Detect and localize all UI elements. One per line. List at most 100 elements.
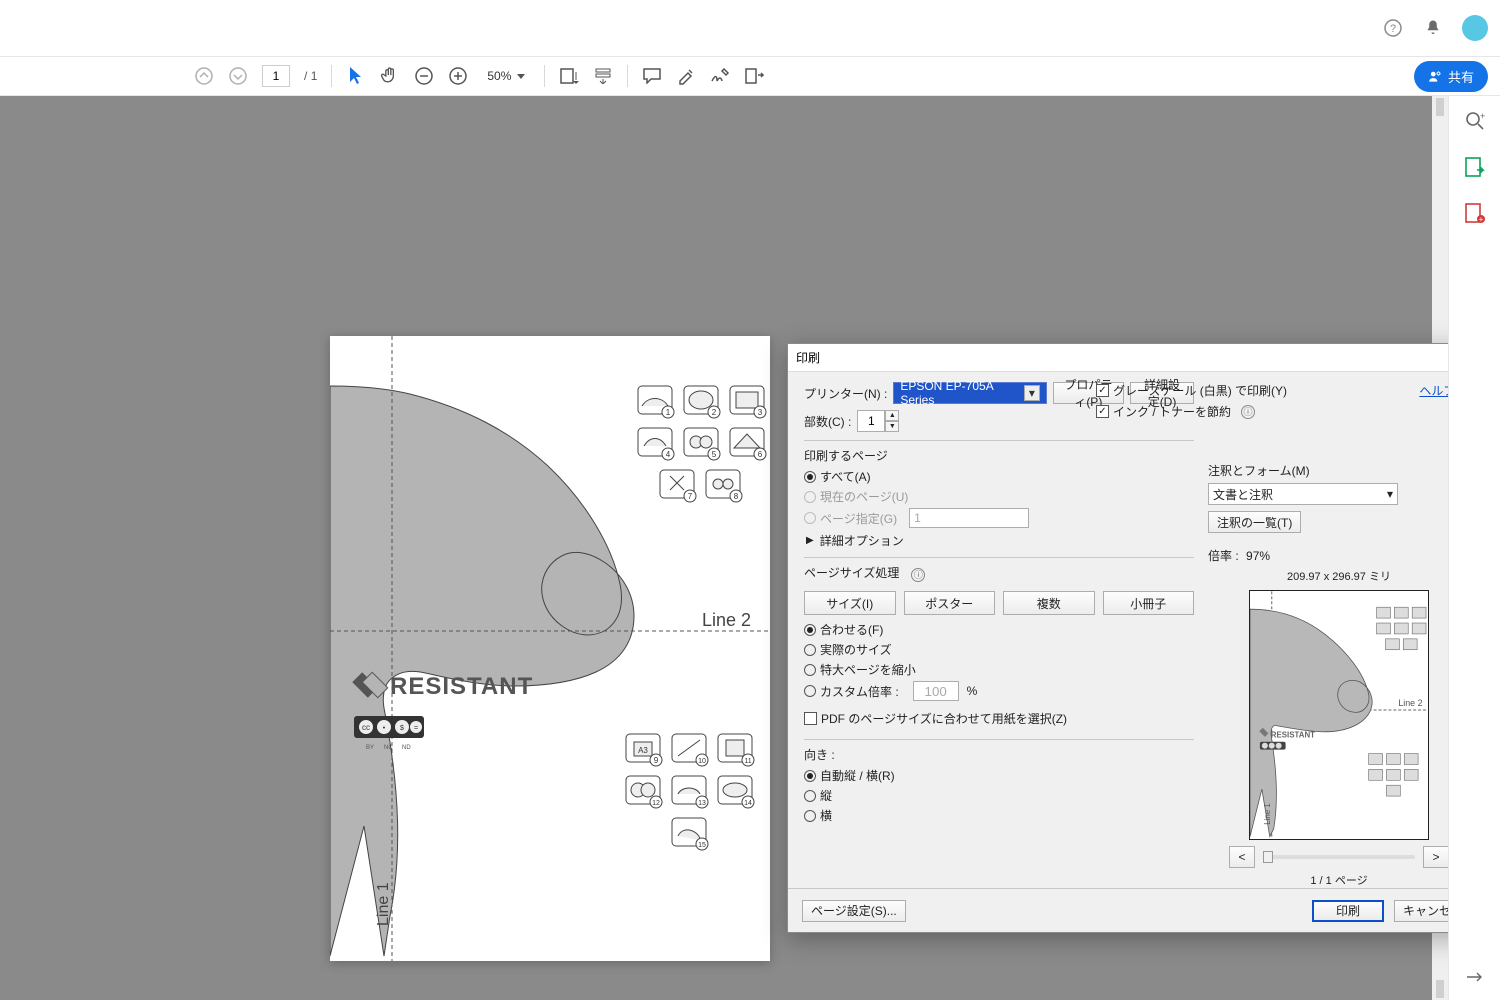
hand-icon[interactable] xyxy=(380,66,400,86)
print-preview: Line 2 Line 1 RESISTANT xyxy=(1249,590,1429,840)
printer-label: プリンター(N) : xyxy=(804,385,887,402)
actual-radio[interactable]: 実際のサイズ xyxy=(804,641,1194,658)
triangle-right-icon: ▶ xyxy=(806,535,814,546)
fit-radio[interactable]: 合わせる(F) xyxy=(804,621,1194,638)
pages-section-title: 印刷するページ xyxy=(804,447,1194,464)
svg-text:Line 2: Line 2 xyxy=(1398,698,1422,708)
svg-text:A3: A3 xyxy=(638,746,648,755)
share-button[interactable]: 共有 xyxy=(1414,61,1488,92)
svg-text:Line 1: Line 1 xyxy=(375,882,392,926)
page-down-icon[interactable] xyxy=(228,66,248,86)
tab-size[interactable]: サイズ(I) xyxy=(804,591,896,615)
tab-multi[interactable]: 複数 xyxy=(1003,591,1095,615)
dialog-title: 印刷 xyxy=(796,349,820,366)
tab-poster[interactable]: ポスター xyxy=(904,591,996,615)
svg-text:=: = xyxy=(414,725,418,732)
svg-text:9: 9 xyxy=(654,756,659,765)
app-titlebar: ? xyxy=(0,0,1500,56)
search-icon[interactable]: + xyxy=(1464,110,1486,132)
create-pdf-icon[interactable]: + xyxy=(1464,202,1486,224)
preview-zoom-label: 倍率 : xyxy=(1208,549,1239,563)
cancel-button[interactable]: キャンセル xyxy=(1394,900,1448,922)
share-label: 共有 xyxy=(1448,67,1474,86)
expand-rail-icon[interactable] xyxy=(1464,966,1486,988)
zoom-select[interactable]: 50% xyxy=(482,66,530,86)
annot-select[interactable]: 文書と注釈▾ xyxy=(1208,483,1398,505)
zoom-in-icon[interactable] xyxy=(448,66,468,86)
orient-auto-radio[interactable]: 自動縦 / 横(R) xyxy=(804,767,1194,784)
pointer-icon[interactable] xyxy=(346,66,366,86)
copies-input[interactable] xyxy=(857,410,885,432)
page-setup-button[interactable]: ページ設定(S)... xyxy=(802,900,906,922)
copies-stepper[interactable]: ▲▼ xyxy=(857,410,899,432)
preview-zoom-value: 97% xyxy=(1246,549,1270,563)
page-up-icon[interactable] xyxy=(194,66,214,86)
size-section-title: ページサイズ処理 xyxy=(804,564,899,581)
zoom-out-icon[interactable] xyxy=(414,66,434,86)
line2-label: Line 2 xyxy=(702,610,751,630)
svg-text:+: + xyxy=(1478,215,1483,224)
page-number-input[interactable] xyxy=(262,65,290,87)
more-options-toggle[interactable]: ▶詳細オプション xyxy=(806,532,1194,549)
svg-text:BY: BY xyxy=(366,745,374,751)
svg-text:4: 4 xyxy=(666,450,671,459)
choose-paper-checkbox[interactable]: PDF のページサイズに合わせて用紙を選択(Z) xyxy=(804,710,1067,727)
avatar[interactable] xyxy=(1462,15,1488,41)
svg-text:6: 6 xyxy=(758,450,763,459)
page-total: / 1 xyxy=(304,69,317,83)
svg-text:13: 13 xyxy=(698,800,706,807)
highlight-icon[interactable] xyxy=(676,66,696,86)
svg-text:10: 10 xyxy=(698,758,706,765)
savetoner-checkbox[interactable]: ✓インク / トナーを節約ⓘ xyxy=(1096,403,1255,420)
pages-range-input[interactable] xyxy=(909,508,1029,528)
orient-land-radio[interactable]: 横 xyxy=(804,807,1194,824)
copies-label: 部数(C) : xyxy=(804,413,851,430)
pages-current-radio[interactable]: 現在のページ(U) xyxy=(804,488,1194,505)
pages-all-radio[interactable]: すべて(A) xyxy=(804,468,1194,485)
step-down-icon[interactable]: ▼ xyxy=(885,421,899,432)
svg-text:RESISTANT: RESISTANT xyxy=(1271,731,1315,740)
svg-text:?: ? xyxy=(1390,23,1396,35)
svg-text:cc: cc xyxy=(362,723,370,732)
comment-icon[interactable] xyxy=(642,66,662,86)
share-person-icon xyxy=(1428,70,1442,84)
svg-text:2: 2 xyxy=(712,408,717,417)
custom-scale-input[interactable] xyxy=(913,681,959,701)
chevron-down-icon xyxy=(517,74,525,79)
printer-select[interactable]: EPSON EP-705A Series ▾ xyxy=(893,382,1046,404)
grayscale-checkbox[interactable]: ✓グレースケール (白黒) で印刷(Y) xyxy=(1096,382,1287,399)
fit-width-icon[interactable] xyxy=(559,66,579,86)
export-pdf-icon[interactable] xyxy=(1464,156,1486,178)
toolbar: / 1 50% 共有 xyxy=(0,56,1500,96)
preview-next-button[interactable]: > xyxy=(1423,846,1448,868)
preview-slider[interactable] xyxy=(1263,855,1415,859)
shrink-radio[interactable]: 特大ページを縮小 xyxy=(804,661,1194,678)
pages-range-radio[interactable]: ページ指定(G) xyxy=(804,508,1194,528)
svg-text:3: 3 xyxy=(758,408,763,417)
bell-icon[interactable] xyxy=(1422,17,1444,39)
svg-text:+: + xyxy=(1480,111,1485,121)
orient-title: 向き : xyxy=(804,746,1194,763)
help-icon[interactable]: ? xyxy=(1382,17,1404,39)
info-icon[interactable]: ⓘ xyxy=(911,568,925,582)
step-up-icon[interactable]: ▲ xyxy=(885,410,899,421)
svg-text:1: 1 xyxy=(666,408,671,417)
custom-scale-radio[interactable]: カスタム倍率 : % xyxy=(804,681,1194,701)
svg-text:NC: NC xyxy=(384,745,393,751)
tab-booklet[interactable]: 小冊子 xyxy=(1103,591,1195,615)
print-button[interactable]: 印刷 xyxy=(1312,900,1384,922)
paper-dimensions: 209.97 x 296.97 ミリ xyxy=(1208,568,1448,584)
svg-text:7: 7 xyxy=(688,492,693,501)
document-canvas[interactable]: Line 2 Line 1 RESISTANT cc • $ = xyxy=(0,96,1448,1000)
signature-icon[interactable] xyxy=(710,66,730,86)
annot-list-button[interactable]: 注釈の一覧(T) xyxy=(1208,511,1301,533)
scroll-mode-icon[interactable] xyxy=(593,66,613,86)
preview-prev-button[interactable]: < xyxy=(1229,846,1255,868)
svg-text:15: 15 xyxy=(698,842,706,849)
document-page: Line 2 Line 1 RESISTANT cc • $ = xyxy=(330,336,770,961)
export-icon[interactable] xyxy=(744,66,764,86)
svg-text:$: $ xyxy=(400,725,404,732)
info-icon[interactable]: ⓘ xyxy=(1241,405,1255,419)
svg-text:14: 14 xyxy=(744,800,752,807)
orient-port-radio[interactable]: 縦 xyxy=(804,787,1194,804)
